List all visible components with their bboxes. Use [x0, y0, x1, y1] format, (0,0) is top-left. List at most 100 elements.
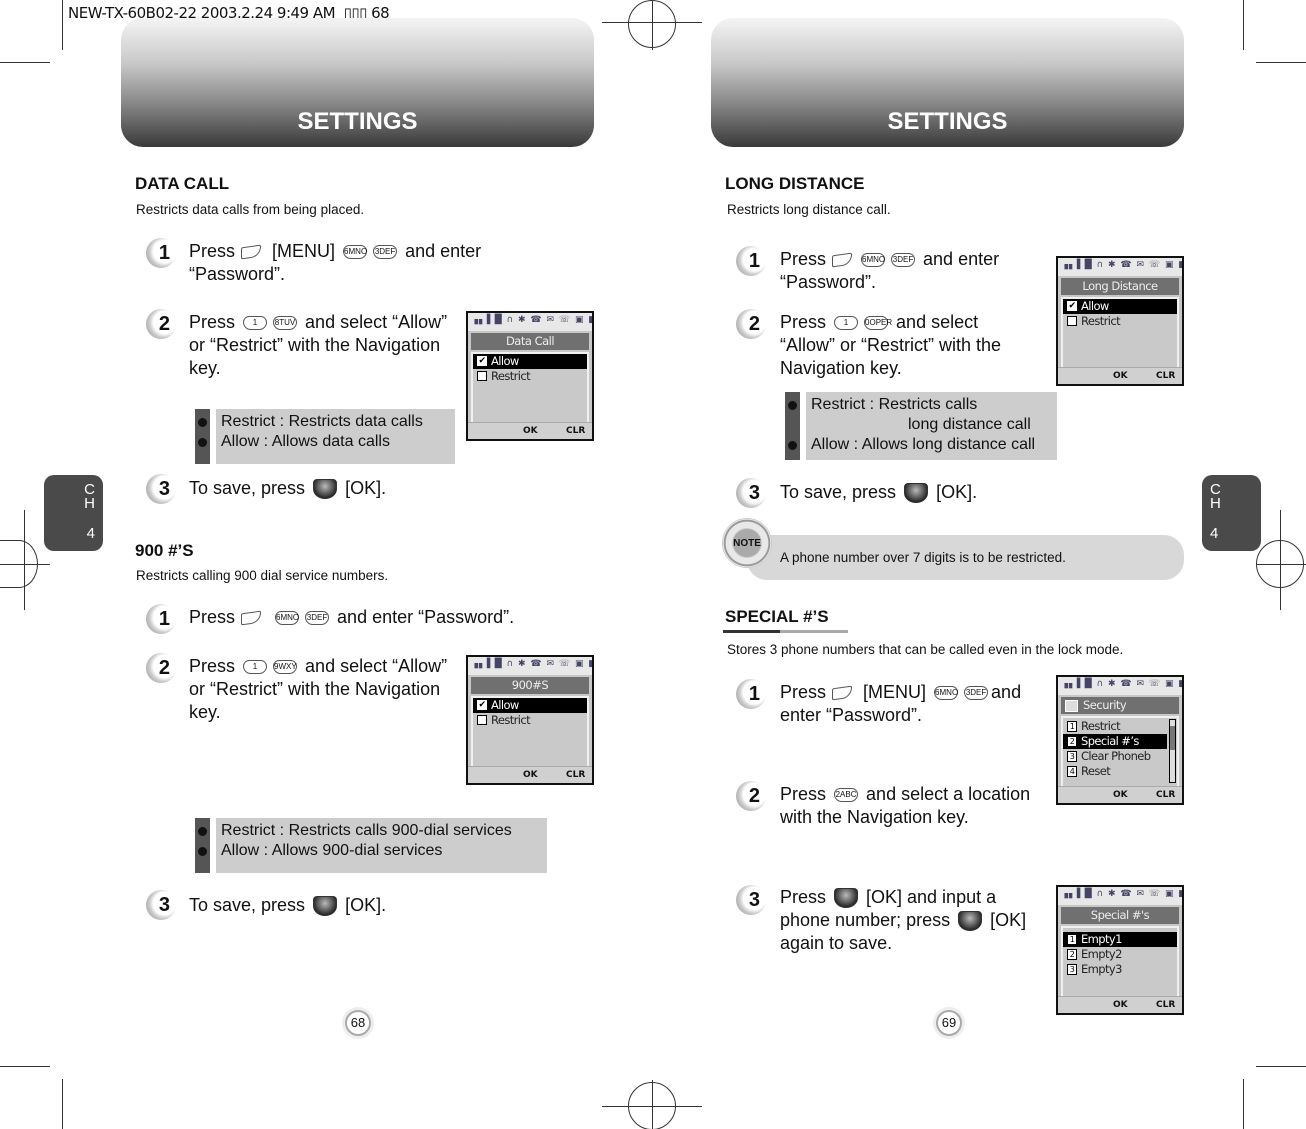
scrollbar-thumb[interactable]	[1170, 726, 1175, 750]
phone-option[interactable]: ✔ Allow	[473, 698, 587, 713]
step-text-part: key.	[189, 358, 221, 378]
crop-mark	[0, 564, 50, 565]
softkey-clr[interactable]: CLR	[566, 426, 585, 436]
chapter-tab-left: C H 4	[44, 475, 103, 551]
heading-underline	[723, 630, 780, 633]
index-icon: 4	[1067, 766, 1077, 777]
step-text: Press [MENU] 6MNO 3DEF and enter “Password…	[780, 681, 1055, 727]
phone-status-bar: ▗▖▌█ ∩ ✱ ☎ ✉ ☏ ▣ ▮▮▮	[1058, 887, 1182, 905]
option-label: Restrict	[491, 713, 531, 727]
key-6-icon: 6MNO	[861, 253, 885, 268]
screen-title-text: Security	[1083, 698, 1127, 712]
phone-option[interactable]: 1 Restrict	[1063, 719, 1177, 734]
option-label: Restrict	[1081, 719, 1121, 733]
step-number: 1	[146, 238, 176, 268]
step-text-part: [OK].	[936, 482, 978, 502]
softkey-ok[interactable]: OK	[523, 426, 538, 436]
step-text-part: and enter “Password”.	[337, 607, 515, 627]
step-text-part: and select “Allow”	[305, 312, 448, 332]
phone-screen-title: Long Distance	[1061, 278, 1179, 295]
section-heading-data-call: DATA CALL	[135, 174, 230, 193]
phone-option[interactable]: 3 Clear Phoneb	[1063, 749, 1177, 764]
banner-title: SETTINGS	[297, 108, 418, 135]
step-text: Press 1 0OPER and select “Allow” or “Rest…	[780, 311, 1050, 380]
section-heading-long-distance: LONG DISTANCE	[725, 174, 865, 193]
phone-option[interactable]: 2 Empty2	[1063, 947, 1177, 962]
phone-option[interactable]: ✔ Allow	[1063, 299, 1177, 314]
key-1-icon: 1	[834, 316, 859, 331]
phone-status-bar: ▗▖▌█ ∩ ✱ ☎ ✉ ☏ ▣ ▮▮▮	[468, 657, 592, 675]
step-text-part: “Password”.	[189, 264, 286, 284]
softkey-clr[interactable]: CLR	[1156, 1000, 1175, 1010]
step-number: 2	[736, 781, 766, 811]
softkey-clr[interactable]: CLR	[1156, 790, 1175, 800]
crop-mark	[1256, 62, 1306, 63]
softkey-ok[interactable]: OK	[1113, 371, 1128, 381]
step-number: 3	[146, 474, 176, 504]
softkey-ok[interactable]: OK	[523, 770, 538, 780]
step-text-part: Press	[780, 784, 827, 804]
phone-screen-title: 900#S	[471, 677, 589, 694]
step-text-part: To save, press	[189, 478, 306, 498]
phone-option[interactable]: Restrict	[473, 713, 587, 728]
phone-screen-title: Security	[1061, 697, 1179, 714]
chapter-tab-letters: C H	[84, 481, 95, 512]
softkey-ok[interactable]: OK	[1113, 1000, 1128, 1010]
page-number-left: 68	[345, 1010, 371, 1036]
step-text-part: “Password”.	[780, 272, 877, 292]
step-text-part: with the Navigation key.	[780, 807, 969, 827]
phone-option[interactable]: 2 Special #’s	[1063, 734, 1167, 749]
key-6-icon: 6MNO	[275, 611, 299, 626]
softkey-ok[interactable]: OK	[1113, 790, 1128, 800]
step-text: To save, press [OK].	[189, 894, 386, 917]
step-text-part: Press	[780, 887, 827, 907]
checkbox-checked-icon: ✔	[1067, 301, 1077, 311]
step-text-part: To save, press	[189, 895, 306, 915]
softkey-clr[interactable]: CLR	[1156, 371, 1175, 381]
phone-option[interactable]: Restrict	[473, 369, 587, 384]
phone-option[interactable]: 4 Reset	[1063, 764, 1177, 779]
step-text-part: phone number; press	[780, 910, 951, 930]
step-text-part: again to save.	[780, 933, 893, 953]
phone-screen-long-distance: ▗▖▌█ ∩ ✱ ☎ ✉ ☏ ▣ ▮▮▮ Long Distance ✔ Allo…	[1056, 256, 1184, 386]
crop-mark	[1243, 0, 1244, 50]
step-text-part: or “Restrict” with the Navigation	[189, 679, 441, 699]
key-3-icon: 3DEF	[373, 245, 398, 260]
option-label: Empty2	[1081, 947, 1122, 961]
crop-mark	[0, 62, 50, 63]
step-number: 2	[736, 309, 766, 339]
index-icon: 2	[1067, 949, 1077, 960]
scrollbar[interactable]	[1169, 719, 1176, 783]
step-text: Press 2ABC and select a location with th…	[780, 783, 1055, 829]
option-label: Reset	[1081, 764, 1111, 778]
section-description: Restricts calling 900 dial service numbe…	[136, 568, 389, 583]
heading-underline	[780, 630, 848, 633]
menu-softkey-icon	[241, 244, 262, 260]
info-line: Allow : Allows data calls	[221, 433, 390, 450]
index-icon: 3	[1067, 751, 1077, 762]
checkbox-icon	[1067, 316, 1077, 326]
phone-option[interactable]: Restrict	[1063, 314, 1177, 329]
phone-softkeys: OK CLR	[1058, 786, 1182, 803]
phone-option[interactable]: ✔ Allow	[473, 354, 587, 369]
crop-mark	[1256, 564, 1306, 565]
phone-option[interactable]: 1 Empty1	[1063, 932, 1177, 947]
step-text-part: Press	[189, 241, 236, 261]
step-number: 3	[736, 478, 766, 508]
step-text-part: [MENU]	[272, 241, 336, 261]
ok-key-icon	[313, 896, 338, 917]
phone-option[interactable]: 3 Empty3	[1063, 962, 1177, 977]
page-number-right: 69	[936, 1010, 962, 1036]
key-9-icon: 9WXY	[273, 660, 298, 675]
index-icon: 1	[1067, 934, 1077, 945]
bullet-icon	[788, 441, 797, 450]
step-text-part: “Allow” or “Restrict” with the	[780, 335, 1002, 355]
step-text-part: Navigation key.	[780, 358, 902, 378]
ok-key-icon	[904, 483, 929, 504]
softkey-clr[interactable]: CLR	[566, 770, 585, 780]
crop-mark	[0, 1066, 50, 1067]
step-text-part: Press	[189, 312, 236, 332]
step-number: 3	[736, 885, 766, 915]
key-3-icon: 3DEF	[964, 686, 989, 701]
step-text-part: [OK].	[345, 895, 387, 915]
